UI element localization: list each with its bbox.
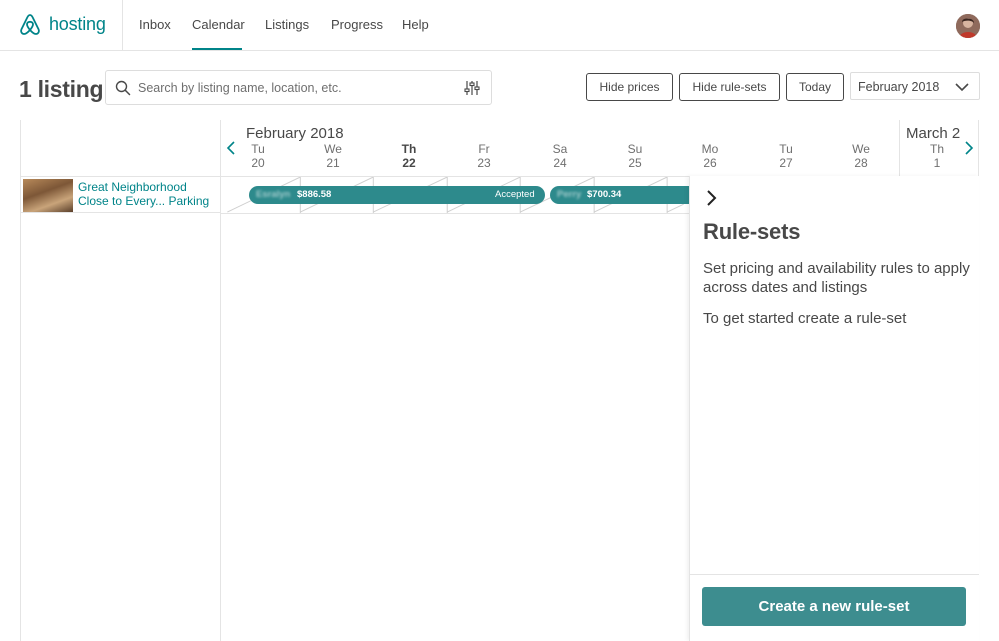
listing-row[interactable]: Great Neighborhood Close to Every... Par…	[21, 177, 220, 213]
day-date: 27	[779, 156, 793, 170]
day-date: 24	[553, 156, 567, 170]
search-input[interactable]	[138, 72, 458, 103]
create-rule-set-button[interactable]: Create a new rule-set	[702, 587, 966, 626]
avatar[interactable]	[956, 14, 980, 38]
search-box[interactable]	[105, 70, 492, 105]
search-icon	[115, 80, 131, 96]
nav-inbox[interactable]: Inbox	[139, 17, 171, 32]
nav-help[interactable]: Help	[402, 17, 429, 32]
day-of-week: We	[324, 142, 342, 156]
day-of-week: Mo	[701, 142, 719, 156]
listing-name-link[interactable]: Great Neighborhood Close to Every... Par…	[78, 180, 218, 208]
day-header: Sa 24	[535, 142, 585, 170]
chevron-down-icon	[955, 83, 969, 92]
panel-title: Rule-sets	[703, 219, 801, 244]
month-label-next: March 2	[906, 125, 961, 142]
day-of-week: Th	[401, 142, 417, 156]
reservation-bar[interactable]: Perry $700.34	[550, 186, 695, 204]
day-date: 28	[854, 156, 868, 170]
user-photo-icon	[956, 14, 980, 38]
day-of-week: Sa	[552, 142, 568, 156]
day-date: 21	[326, 156, 340, 170]
day-header: Tu 20	[233, 142, 283, 170]
top-navigation: hosting Inbox Calendar Listings Progress…	[0, 0, 999, 51]
day-of-week: Su	[627, 142, 643, 156]
rule-sets-panel: Rule-sets Set pricing and availability r…	[689, 176, 979, 641]
day-date: 26	[703, 156, 717, 170]
hide-rule-sets-button[interactable]: Hide rule-sets	[679, 73, 780, 101]
day-header-today: Th 22	[384, 142, 434, 170]
day-date: 25	[628, 156, 642, 170]
airbnb-logo-icon	[20, 14, 40, 35]
month-select-value: February 2018	[858, 80, 940, 94]
reservation-bar[interactable]: Esralyn $886.58 Accepted	[249, 186, 545, 204]
day-of-week: Tu	[251, 142, 265, 156]
reservation-price: $886.58	[297, 189, 332, 200]
reservation-price: $700.34	[587, 189, 622, 200]
day-date: 20	[251, 156, 265, 170]
guest-name: Esralyn	[256, 189, 291, 200]
panel-hint: To get started create a rule-set	[703, 310, 907, 327]
day-header: Th 1	[912, 142, 962, 170]
month-label-current: February 2018	[246, 125, 344, 142]
day-of-week: Tu	[779, 142, 793, 156]
day-header: We 21	[308, 142, 358, 170]
day-header: Mo 26	[685, 142, 735, 170]
reservation-status: Accepted	[495, 189, 535, 200]
nav-calendar[interactable]: Calendar	[192, 17, 245, 32]
guest-name: Perry	[557, 189, 582, 200]
panel-description: Set pricing and availability rules to ap…	[703, 260, 970, 296]
day-header: Tu 27	[761, 142, 811, 170]
panel-footer: Create a new rule-set	[690, 574, 979, 641]
chevron-right-icon[interactable]	[964, 141, 974, 155]
brand-name: hosting	[49, 14, 106, 34]
chevron-right-icon[interactable]	[705, 189, 719, 207]
month-separator	[899, 120, 900, 176]
day-header: Fr 23	[459, 142, 509, 170]
nav-listings[interactable]: Listings	[265, 17, 309, 32]
today-button[interactable]: Today	[786, 73, 844, 101]
day-of-week: Th	[929, 142, 944, 156]
day-header: We 28	[836, 142, 886, 170]
active-tab-indicator	[192, 48, 242, 50]
day-header: Su 25	[610, 142, 660, 170]
day-date: 22	[402, 156, 416, 170]
listing-count: 1 listing	[19, 76, 104, 102]
day-of-week: We	[852, 142, 870, 156]
listing-thumbnail[interactable]	[23, 179, 73, 212]
filter-sliders-icon[interactable]	[464, 80, 480, 96]
nav-progress[interactable]: Progress	[331, 17, 383, 32]
day-of-week: Fr	[478, 142, 490, 156]
day-date: 23	[477, 156, 491, 170]
day-date: 1	[933, 156, 941, 170]
brand[interactable]: hosting	[0, 0, 123, 50]
hide-prices-button[interactable]: Hide prices	[586, 73, 673, 101]
month-select[interactable]: February 2018	[850, 72, 980, 100]
